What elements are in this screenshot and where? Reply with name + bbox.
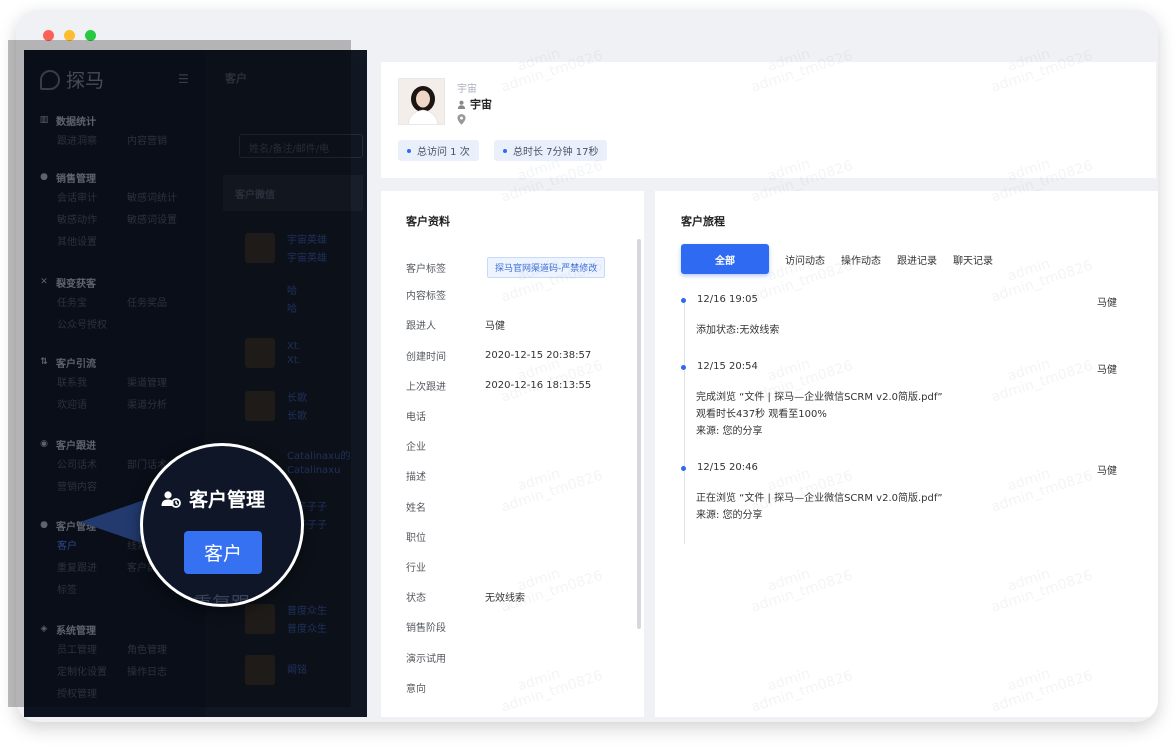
total-visits-text: 总访问 1 次 (417, 147, 470, 158)
event-user: 马健 (1097, 365, 1117, 376)
event-user: 马健 (1097, 466, 1117, 477)
info-field-label: 电话 (406, 412, 426, 423)
event-detail: 完成浏览 “文件 | 探马—企业微信SCRM v2.0简版.pdf” (696, 392, 943, 403)
info-field-row: 状态 无效线索 (406, 589, 525, 604)
blue-dot-icon (407, 148, 411, 153)
info-field-label: 内容标签 (406, 291, 446, 303)
callout-title-row: 客户管理 (161, 485, 265, 512)
customer-journey-panel: 客户旅程 全部 访问动态 操作动态 跟进记录 聊天记录 12/16 19:05 马… (655, 191, 1158, 717)
person-icon (457, 100, 466, 109)
info-field-row: 上次跟进 2020-12-16 18:13:55 (406, 378, 591, 393)
timeline-dot-icon (681, 466, 686, 471)
customer-tag-chip[interactable]: 探马官网渠道码-严禁修改 (487, 257, 606, 278)
customer-info-panel: 客户资料 客户标签 探马官网渠道码-严禁修改内容标签跟进人 马健创建时间 2020-1… (381, 191, 644, 717)
event-detail: 来源: 您的分享 (696, 426, 763, 437)
info-panel-title: 客户资料 (406, 215, 450, 228)
event-user: 马健 (1097, 298, 1117, 309)
info-field-label: 行业 (406, 563, 426, 574)
callout-pointer (80, 500, 144, 544)
tab-all[interactable]: 全部 (681, 244, 769, 274)
sidebar-dim-overlay (8, 40, 351, 707)
blue-dot-icon (503, 148, 507, 153)
info-field-row: 企业 (406, 438, 485, 453)
tab-chat-records[interactable]: 聊天记录 (953, 252, 993, 267)
info-field-label: 创建时间 (406, 351, 446, 363)
info-scrollbar[interactable] (637, 239, 641, 629)
info-field-row: 电话 (406, 408, 485, 423)
info-field-label: 客户标签 (406, 264, 446, 275)
location-pin-icon (457, 114, 466, 125)
event-detail: 来源: 您的分享 (696, 510, 763, 521)
event-detail: 添加状态:无效线索 (696, 325, 780, 336)
journey-title: 客户旅程 (681, 215, 725, 228)
event-time: 12/15 20:46 (697, 462, 758, 473)
info-field-row: 创建时间 2020-12-15 20:38:57 (406, 348, 591, 363)
timeline-dot-icon (681, 298, 686, 303)
total-duration-text: 总时长 7分钟 17秒 (513, 147, 599, 158)
profile-card: 宇宙 宇宙 总访问 1 次 总时长 7分钟 17秒 (381, 62, 1156, 178)
info-field-value: 无效线索 (485, 593, 525, 605)
info-field-label: 销售阶段 (406, 623, 446, 635)
info-field-row: 姓名 (406, 499, 485, 514)
zoom-callout: 客户管理 客户 重复跟 (140, 443, 304, 607)
customers-icon (161, 490, 181, 508)
info-field-label: 状态 (406, 593, 426, 605)
event-time: 12/16 19:05 (697, 294, 758, 305)
callout-customer-button[interactable]: 客户 (184, 531, 262, 574)
journey-tabs: 全部 访问动态 操作动态 跟进记录 聊天记录 (681, 244, 1009, 274)
callout-ghost-text: 重复跟 (193, 593, 251, 607)
info-field-row: 职位 (406, 529, 485, 544)
info-field-row: 意向 (406, 680, 485, 695)
info-field-row: 跟进人 马健 (406, 317, 505, 332)
total-visits-badge: 总访问 1 次 (398, 140, 479, 161)
event-time: 12/15 20:54 (697, 361, 758, 372)
info-field-row: 销售阶段 (406, 619, 485, 634)
info-field-value: 2020-12-16 18:13:55 (485, 379, 592, 391)
event-detail: 正在浏览 “文件 | 探马—企业微信SCRM v2.0简版.pdf” (696, 493, 943, 504)
info-field-value: 马健 (485, 321, 505, 333)
customer-alias: 宇宙 (457, 84, 477, 95)
total-duration-badge: 总时长 7分钟 17秒 (494, 140, 608, 161)
info-field-label: 职位 (406, 532, 426, 544)
customer-avatar (398, 78, 445, 125)
info-field-row: 演示试用 (406, 650, 485, 665)
timeline-line (684, 301, 685, 544)
customer-name-row: 宇宙 (457, 96, 492, 112)
info-field-row: 行业 (406, 559, 485, 574)
info-field-row: 内容标签 (406, 287, 485, 302)
info-field-row: 客户标签 探马官网渠道码-严禁修改 (406, 257, 606, 278)
info-field-label: 姓名 (406, 502, 426, 514)
customer-detail: 宇宙 宇宙 总访问 1 次 总时长 7分钟 17秒 客户资料 客户标签 探马官网渠… (367, 50, 1158, 717)
info-field-label: 企业 (406, 442, 426, 454)
info-field-label: 意向 (406, 683, 426, 695)
info-field-label: 描述 (406, 472, 426, 484)
tab-operation-activity[interactable]: 操作动态 (841, 252, 881, 267)
info-field-label: 跟进人 (406, 321, 436, 333)
tab-follow-up-records[interactable]: 跟进记录 (897, 252, 937, 267)
info-field-label: 演示试用 (406, 653, 446, 665)
event-detail: 观看时长437秒 观看至100% (696, 409, 827, 420)
timeline-dot-icon (681, 365, 686, 370)
callout-title: 客户管理 (189, 489, 266, 511)
info-field-value: 2020-12-15 20:38:57 (485, 349, 592, 361)
tab-visit-activity[interactable]: 访问动态 (785, 252, 825, 267)
info-field-row: 描述 (406, 468, 485, 483)
customer-name: 宇宙 (470, 98, 492, 111)
info-field-label: 上次跟进 (406, 381, 446, 393)
